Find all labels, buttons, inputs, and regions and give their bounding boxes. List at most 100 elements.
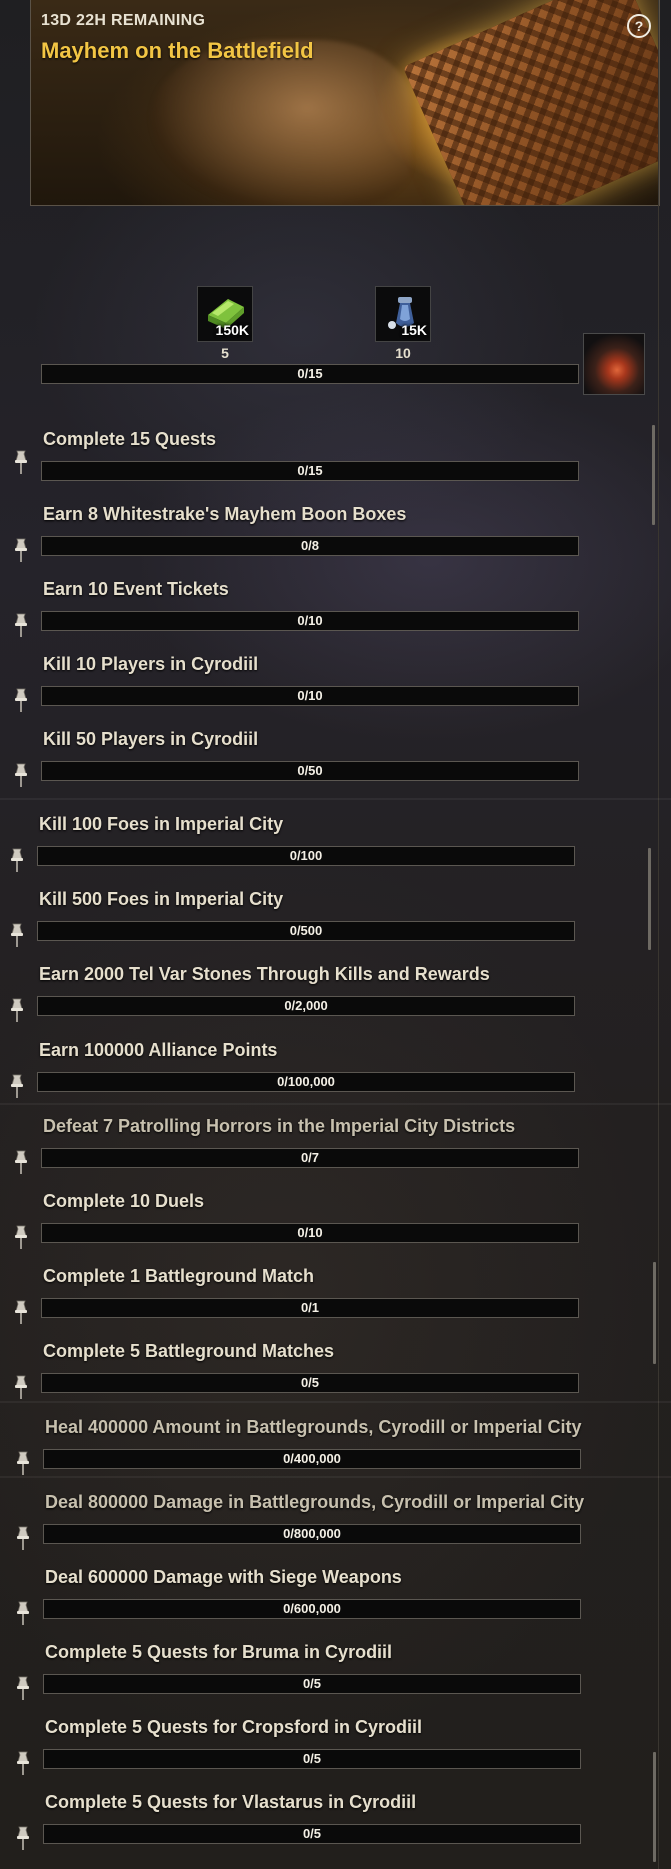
task-title: Defeat 7 Patrolling Horrors in the Imper… [43,1116,516,1136]
event-banner: 13D 22H REMAINING Mayhem on the Battlefi… [30,0,660,206]
task-progress-bar: 0/800,000 [43,1524,581,1544]
task-progress-bar: 0/5 [43,1674,581,1694]
task-row: Complete 5 Quests for Cropsford in Cyrod… [0,1717,671,1792]
task-title: Kill 500 Foes in Imperial City [39,889,284,909]
pin-icon[interactable] [8,997,26,1023]
task-progress-bar: 0/8 [41,536,579,556]
pin-icon[interactable] [14,1750,32,1776]
progress-text: 0/10 [297,613,323,628]
progress-text: 0/5 [300,1375,320,1390]
task-row: Kill 500 Foes in Imperial City 0/500 [0,889,671,964]
progress-text: 0/10 [297,1225,323,1240]
task-title: Earn 8 Whitestrake's Mayhem Boon Boxes [43,504,407,524]
pin-icon[interactable] [14,1450,32,1476]
task-progress-bar: 0/600,000 [43,1599,581,1619]
task-row: Complete 15 Quests 0/15 [0,429,671,504]
task-progress-bar: 0/500 [37,921,575,941]
task-title: Complete 5 Quests for Bruma in Cyrodiil [45,1642,393,1662]
progress-text: 0/100,000 [277,1074,335,1089]
task-progress-bar: 0/400,000 [43,1449,581,1469]
pin-icon[interactable] [8,847,26,873]
pin-icon[interactable] [12,1299,30,1325]
task-title: Deal 800000 Damage in Battlegrounds, Cyr… [45,1492,585,1512]
task-row: Defeat 7 Patrolling Horrors in the Imper… [0,1116,671,1191]
pin-icon[interactable] [12,687,30,713]
pin-icon[interactable] [14,1675,32,1701]
progress-text: 0/100 [289,848,323,863]
task-title: Earn 10 Event Tickets [43,579,229,599]
pin-icon[interactable] [12,762,30,788]
pin-icon[interactable] [12,612,30,638]
task-row: Complete 5 Quests for Bruma in Cyrodiil … [0,1642,671,1717]
task-row: Earn 2000 Tel Var Stones Through Kills a… [0,964,671,1039]
banner-hand-art [151,40,411,205]
task-row: Earn 10 Event Tickets 0/10 [0,579,671,654]
banner-book-art [402,0,659,205]
progress-text: 0/1 [300,1300,320,1315]
task-row: Kill 10 Players in Cyrodiil 0/10 [0,654,671,729]
pin-icon[interactable] [12,1224,30,1250]
task-progress-bar: 0/100,000 [37,1072,575,1092]
progress-text: 0/800,000 [283,1526,341,1541]
task-progress-bar: 0/5 [41,1373,579,1393]
mayhem-final-reward-icon[interactable] [583,333,645,395]
task-title: Complete 1 Battleground Match [43,1266,315,1286]
progress-text: 0/15 [297,463,323,478]
task-row: Earn 100000 Alliance Points 0/100,000 [0,1040,671,1115]
reward-tier: 10 [395,345,411,361]
task-row: Earn 8 Whitestrake's Mayhem Boon Boxes 0… [0,504,671,579]
progress-text: 0/15 [297,366,323,381]
task-row: Complete 5 Quests for Vlastarus in Cyrod… [0,1792,671,1867]
progress-text: 0/2,000 [284,998,328,1013]
pin-icon[interactable] [12,1374,30,1400]
pin-icon[interactable] [12,1149,30,1175]
progress-text: 0/5 [302,1751,322,1766]
reward-tel-var-stones[interactable]: 150K [197,286,253,342]
task-title: Complete 5 Quests for Cropsford in Cyrod… [45,1717,423,1737]
task-row: Complete 5 Battleground Matches 0/5 [0,1341,671,1416]
task-row: Complete 1 Battleground Match 0/1 [0,1266,671,1341]
progress-text: 0/5 [302,1676,322,1691]
progress-text: 0/10 [297,688,323,703]
pin-icon[interactable] [14,1525,32,1551]
task-progress-bar: 0/5 [43,1749,581,1769]
pin-icon[interactable] [8,1073,26,1099]
task-title: Complete 5 Battleground Matches [43,1341,335,1361]
task-progress-bar: 0/2,000 [37,996,575,1016]
pin-icon[interactable] [12,537,30,563]
task-title: Complete 5 Quests for Vlastarus in Cyrod… [45,1792,417,1812]
pin-icon[interactable] [12,449,30,475]
event-title: Mayhem on the Battlefield [41,38,314,63]
pin-icon[interactable] [14,1825,32,1851]
progress-text: 0/600,000 [283,1601,341,1616]
question-mark-icon[interactable]: ? [627,14,651,38]
progress-text: 0/500 [289,923,323,938]
pin-icon[interactable] [8,922,26,948]
reward-alliance-points[interactable]: 15K [375,286,431,342]
task-progress-bar: 0/10 [41,611,579,631]
task-title: Earn 100000 Alliance Points [39,1040,278,1060]
progress-text: 0/50 [297,763,323,778]
reward-tier: 5 [221,345,229,361]
task-row: Deal 600000 Damage with Siege Weapons 0/… [0,1567,671,1642]
task-title: Deal 600000 Damage with Siege Weapons [45,1567,402,1587]
task-progress-bar: 0/15 [41,461,579,481]
task-progress-bar: 0/1 [41,1298,579,1318]
event-panel: 13D 22H REMAINING Mayhem on the Battlefi… [0,0,671,1869]
task-progress-bar: 0/7 [41,1148,579,1168]
pin-icon[interactable] [14,1600,32,1626]
progress-text: 0/5 [302,1826,322,1841]
progress-text: 0/400,000 [283,1451,341,1466]
task-title: Kill 50 Players in Cyrodiil [43,729,259,749]
task-row: Heal 400000 Amount in Battlegrounds, Cyr… [0,1417,671,1492]
overall-progress-bar: 0/15 [41,364,579,384]
task-title: Kill 100 Foes in Imperial City [39,814,284,834]
progress-text: 0/8 [300,538,320,553]
progress-text: 0/7 [300,1150,320,1165]
task-title: Complete 15 Quests [43,429,217,449]
task-progress-bar: 0/5 [43,1824,581,1844]
task-progress-bar: 0/10 [41,1223,579,1243]
task-progress-bar: 0/100 [37,846,575,866]
task-row: Deal 800000 Damage in Battlegrounds, Cyr… [0,1492,671,1567]
task-row: Complete 10 Duels 0/10 [0,1191,671,1266]
